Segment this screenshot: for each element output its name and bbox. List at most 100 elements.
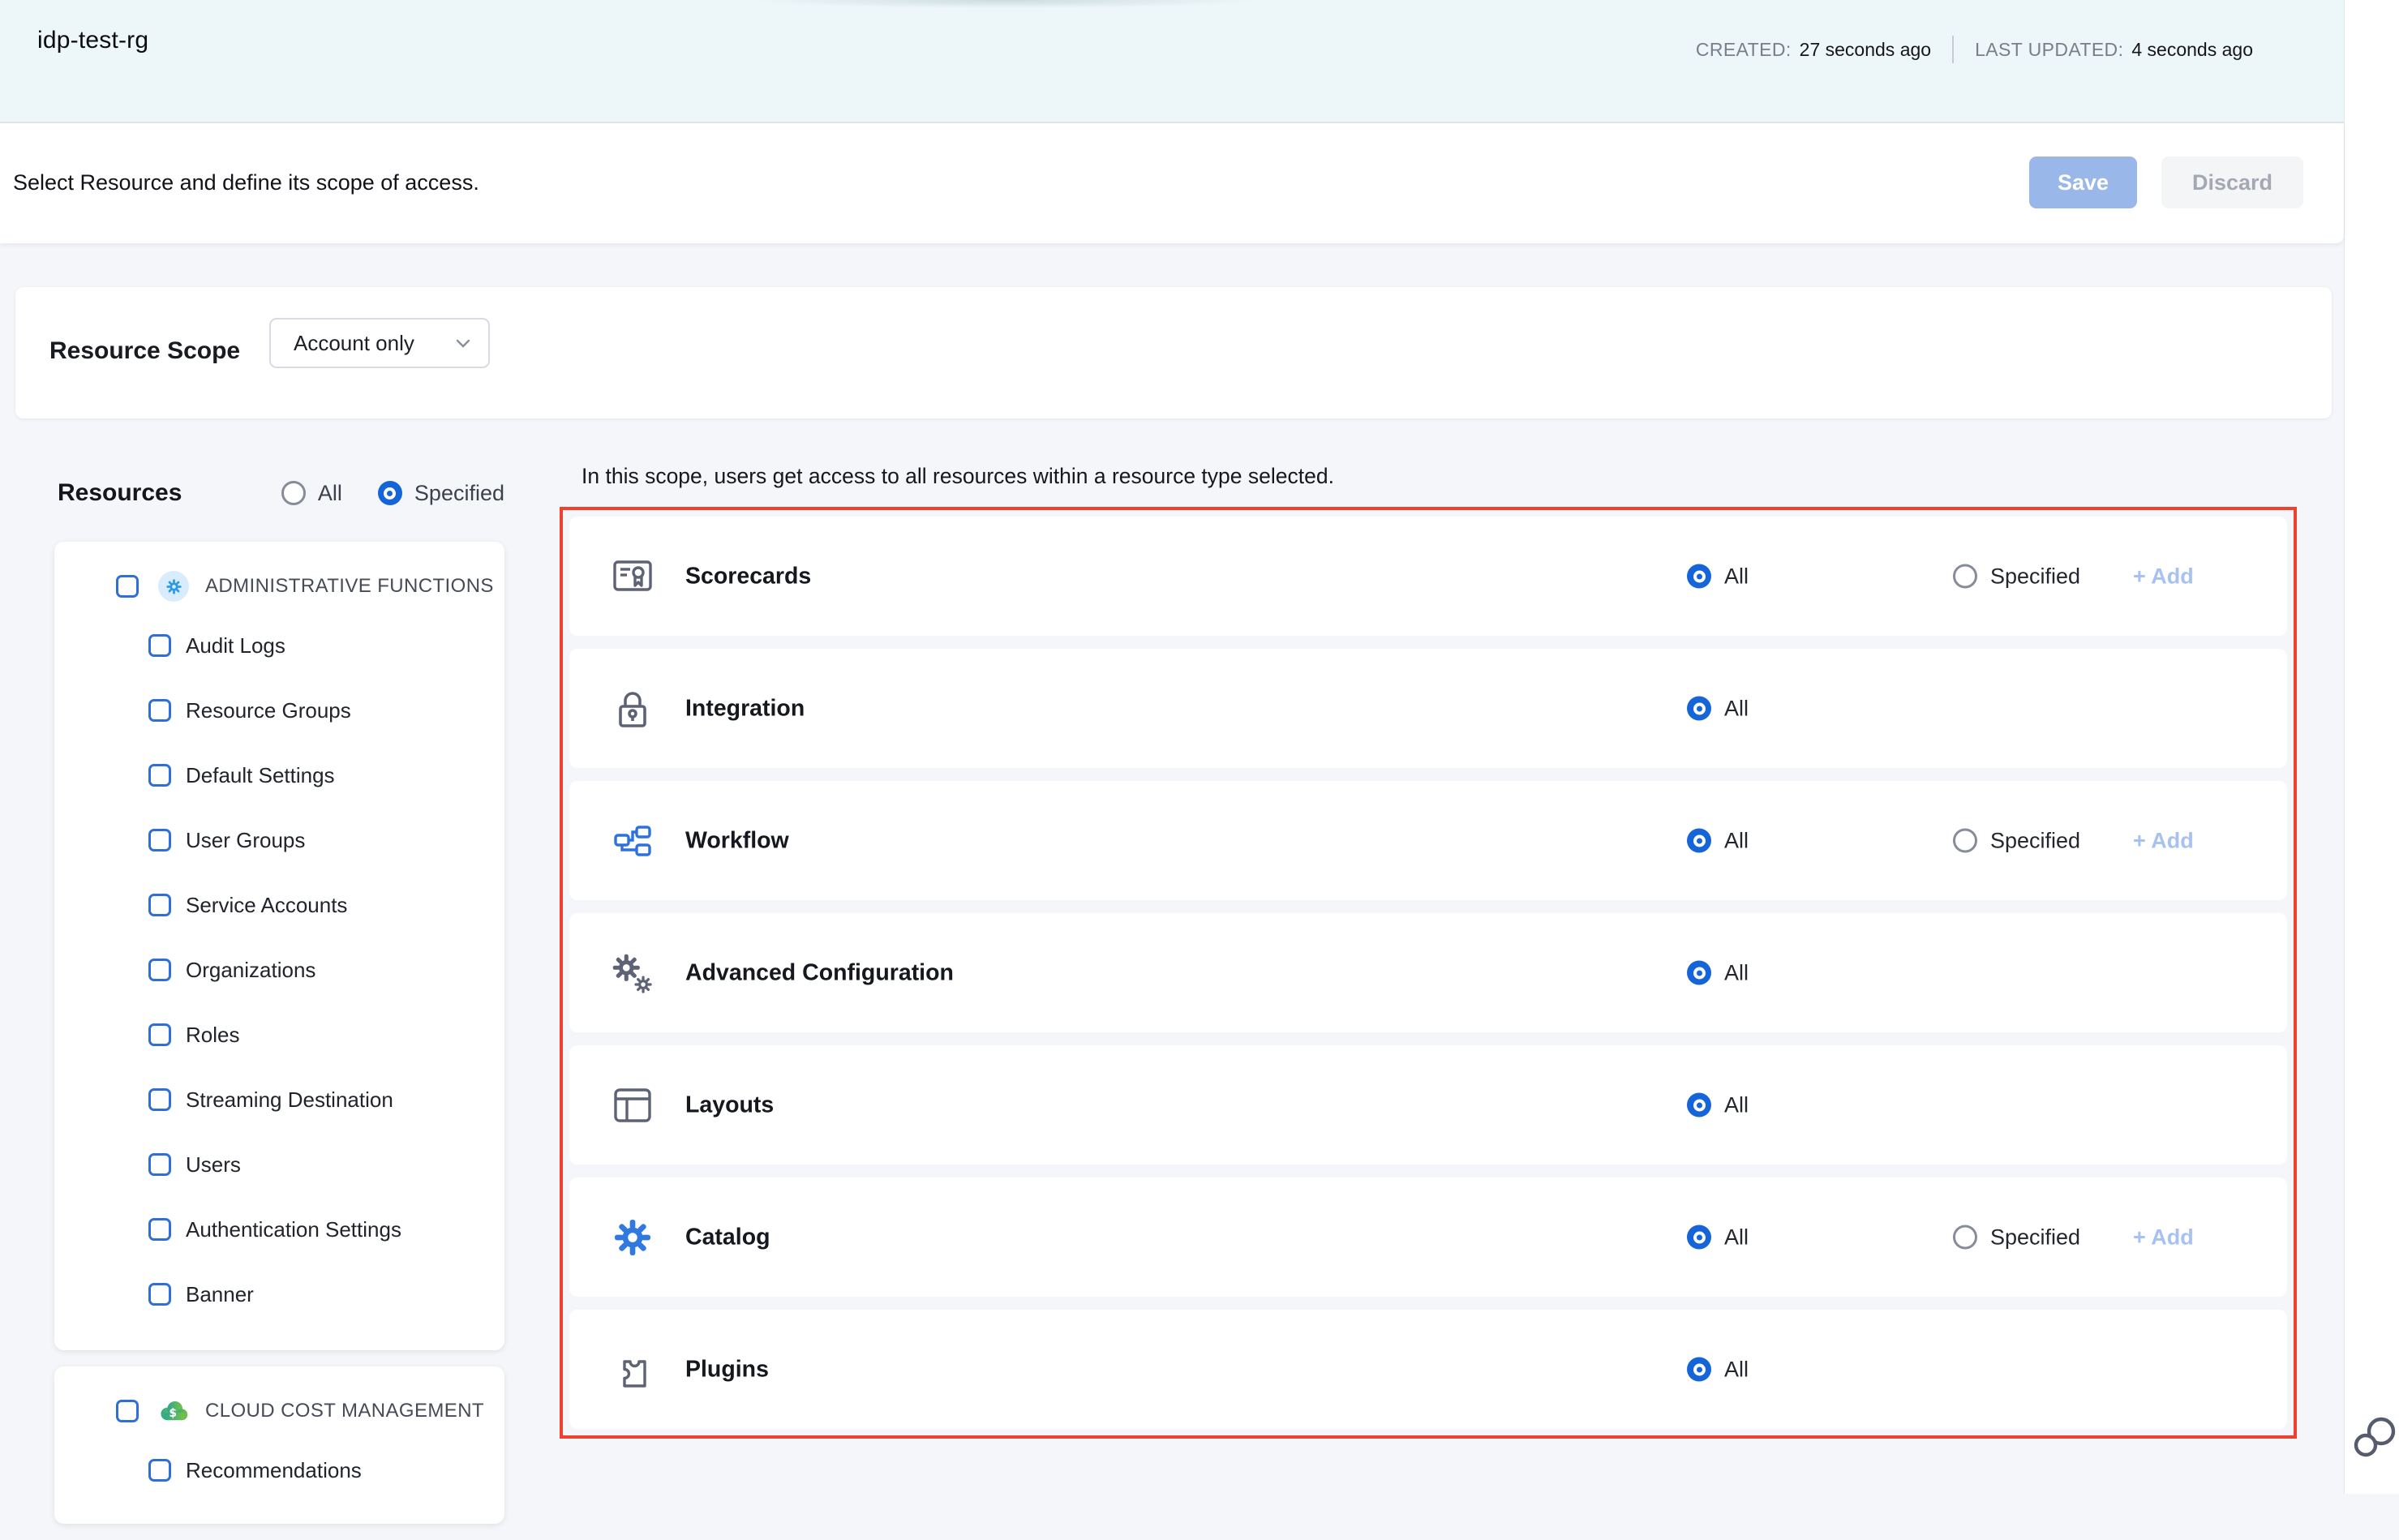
header-meta: CREATED: 27 seconds ago LAST UPDATED: 4 … xyxy=(1696,36,2253,63)
resource-type-row: Advanced Configuration All xyxy=(569,913,2287,1032)
row-specified-label: Specified xyxy=(1990,828,2080,853)
resource-type-row: Integration All xyxy=(569,649,2287,768)
resource-list-item: Resource Groups xyxy=(54,678,504,743)
group-label: CLOUD COST MANAGEMENT xyxy=(205,1400,484,1422)
resource-scope-selected-value: Account only xyxy=(294,331,456,356)
row-all-radio[interactable] xyxy=(1687,697,1711,721)
resource-type-row: Layouts All xyxy=(569,1045,2287,1165)
row-all-option[interactable]: All xyxy=(1687,960,1749,985)
row-specified-radio[interactable] xyxy=(1953,1225,1977,1250)
row-all-label: All xyxy=(1724,1225,1749,1250)
gears-icon xyxy=(611,953,654,993)
chat-bubbles-icon[interactable] xyxy=(2350,1414,2399,1465)
resources-specified-option[interactable]: Specified xyxy=(378,481,504,506)
row-all-radio[interactable] xyxy=(1687,829,1711,853)
row-all-radio[interactable] xyxy=(1687,1225,1711,1250)
all-radio[interactable] xyxy=(281,481,306,505)
row-label: Integration xyxy=(685,695,805,722)
item-checkbox[interactable] xyxy=(148,634,171,657)
row-specified-option[interactable]: Specified xyxy=(1953,1225,2080,1250)
created-label: CREATED: xyxy=(1696,39,1792,61)
group-checkbox[interactable] xyxy=(116,575,139,598)
item-checkbox[interactable] xyxy=(148,1459,171,1482)
resource-list-item: Authentication Settings xyxy=(54,1197,504,1262)
resource-scope-label: Resource Scope xyxy=(49,337,240,365)
item-checkbox[interactable] xyxy=(148,1153,171,1176)
item-checkbox[interactable] xyxy=(148,1088,171,1111)
row-specified-radio[interactable] xyxy=(1953,829,1977,853)
row-all-option[interactable]: All xyxy=(1687,1092,1749,1117)
row-all-label: All xyxy=(1724,696,1749,721)
item-checkbox[interactable] xyxy=(148,699,171,722)
row-all-radio[interactable] xyxy=(1687,1093,1711,1117)
item-checkbox[interactable] xyxy=(148,829,171,852)
resource-list-item: User Groups xyxy=(54,808,504,873)
item-label: Audit Logs xyxy=(186,633,285,658)
updated-value: 4 seconds ago xyxy=(2131,39,2253,61)
resource-list-item: Organizations xyxy=(54,937,504,1002)
resources-sidebar: ADMINISTRATIVE FUNCTIONS Audit Logs Reso… xyxy=(54,542,504,1540)
row-specified-label: Specified xyxy=(1990,1225,2080,1250)
item-label: Roles xyxy=(186,1023,239,1048)
resource-list-item: Audit Logs xyxy=(54,613,504,678)
row-label: Advanced Configuration xyxy=(685,959,954,986)
row-add-button[interactable]: + Add xyxy=(2133,564,2194,589)
item-checkbox[interactable] xyxy=(148,1283,171,1306)
row-add-button[interactable]: + Add xyxy=(2133,1225,2194,1250)
group-items: Recommendations xyxy=(54,1438,504,1503)
row-all-option[interactable]: All xyxy=(1687,828,1749,853)
row-all-option[interactable]: All xyxy=(1687,564,1749,589)
specified-radio[interactable] xyxy=(378,481,402,505)
lock-icon xyxy=(611,689,654,728)
resources-title-row: Resources All Specified xyxy=(58,474,504,513)
item-checkbox[interactable] xyxy=(148,764,171,787)
row-specified-radio[interactable] xyxy=(1953,564,1977,589)
row-all-radio[interactable] xyxy=(1687,1358,1711,1382)
row-specified-option[interactable]: Specified xyxy=(1953,564,2080,589)
group-label: ADMINISTRATIVE FUNCTIONS xyxy=(205,575,494,598)
resources-title: Resources xyxy=(58,479,182,507)
row-all-label: All xyxy=(1724,960,1749,985)
scope-instruction: In this scope, users get access to all r… xyxy=(582,464,1334,489)
row-specified-option[interactable]: Specified xyxy=(1953,828,2080,853)
row-all-radio[interactable] xyxy=(1687,961,1711,985)
discard-button[interactable]: Discard xyxy=(2161,157,2303,208)
scorecard-icon xyxy=(611,559,654,594)
row-all-label: All xyxy=(1724,1357,1749,1382)
row-label: Layouts xyxy=(685,1092,774,1118)
resource-group-card: ADMINISTRATIVE FUNCTIONS Audit Logs Reso… xyxy=(54,542,504,1350)
resource-scope-select[interactable]: Account only xyxy=(269,318,490,368)
resource-type-row: Plugins All xyxy=(569,1310,2287,1429)
row-label: Scorecards xyxy=(685,563,811,590)
item-label: Banner xyxy=(186,1282,254,1307)
group-checkbox[interactable] xyxy=(116,1400,139,1422)
resource-group-card: $ CLOUD COST MANAGEMENT Recommendations xyxy=(54,1366,504,1524)
all-radio-label: All xyxy=(318,481,342,506)
row-all-radio[interactable] xyxy=(1687,564,1711,589)
row-add-button[interactable]: + Add xyxy=(2133,828,2194,853)
resources-all-option[interactable]: All xyxy=(281,481,342,506)
group-header-row: ADMINISTRATIVE FUNCTIONS xyxy=(54,564,504,608)
item-label: Service Accounts xyxy=(186,893,347,918)
item-checkbox[interactable] xyxy=(148,1218,171,1241)
row-all-option[interactable]: All xyxy=(1687,1225,1749,1250)
specified-radio-label: Specified xyxy=(414,481,504,506)
resource-list-item: Recommendations xyxy=(54,1438,504,1503)
item-checkbox[interactable] xyxy=(148,894,171,916)
row-all-label: All xyxy=(1724,828,1749,853)
item-checkbox[interactable] xyxy=(148,959,171,981)
resource-list-item: Users xyxy=(54,1132,504,1197)
save-button[interactable]: Save xyxy=(2029,157,2137,208)
row-all-label: All xyxy=(1724,564,1749,589)
cloud-dollar-icon: $ xyxy=(158,1396,189,1426)
group-items: Audit Logs Resource Groups Default Setti… xyxy=(54,613,504,1327)
item-checkbox[interactable] xyxy=(148,1023,171,1046)
item-label: Streaming Destination xyxy=(186,1087,393,1113)
svg-text:$: $ xyxy=(169,1406,177,1419)
catalog-gear-icon xyxy=(611,1219,654,1256)
row-all-option[interactable]: All xyxy=(1687,696,1749,721)
row-all-option[interactable]: All xyxy=(1687,1357,1749,1382)
workflow-icon xyxy=(611,826,654,856)
resource-type-rows-container: Scorecards All Specified + Add Integrati… xyxy=(560,507,2297,1439)
toolbar: Select Resource and define its scope of … xyxy=(0,123,2344,243)
